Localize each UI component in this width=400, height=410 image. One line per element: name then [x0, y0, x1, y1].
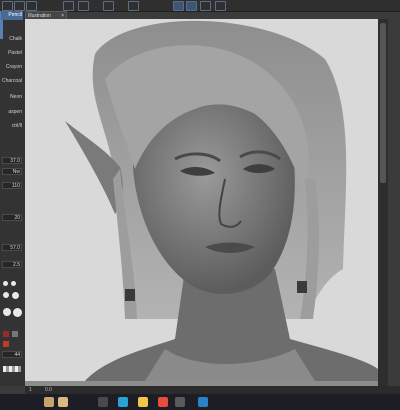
drawing-canvas[interactable] — [25, 19, 378, 381]
coords-readout: 0.0 — [45, 387, 52, 393]
layer-icon[interactable] — [26, 1, 37, 11]
app-icon[interactable] — [44, 397, 54, 407]
portrait-drawing — [65, 20, 378, 381]
status-bar: 1 0.0 — [25, 386, 400, 394]
hand-icon[interactable] — [128, 1, 139, 11]
scrollbar-thumb[interactable] — [380, 23, 386, 183]
property-field-3[interactable]: 20 — [2, 214, 22, 221]
arrow-icon[interactable] — [63, 1, 74, 11]
tab-illustration[interactable]: Illustration × — [25, 11, 67, 19]
tool-charcoal[interactable]: Charcoal — [1, 77, 23, 86]
color-swatch[interactable] — [3, 331, 9, 337]
brush-size-preset[interactable] — [11, 281, 16, 286]
color-swatch[interactable] — [3, 341, 9, 347]
tool-property-panel: Pencil Chalk Pastel Crayon Charcoal Neon… — [0, 11, 26, 386]
os-taskbar — [0, 394, 400, 410]
property-field-6[interactable]: 44 — [2, 351, 22, 358]
brush-size-preset[interactable] — [13, 308, 22, 317]
property-field-2[interactable]: 110 — [2, 182, 22, 189]
property-field-1[interactable]: Nw — [2, 168, 22, 175]
edge-icon[interactable] — [118, 397, 128, 407]
brush-size-preset[interactable] — [12, 292, 19, 299]
tool-pastel[interactable]: Pastel — [1, 49, 23, 58]
tool-crayon[interactable]: Crayon — [1, 63, 23, 72]
chrome-icon[interactable] — [158, 397, 168, 407]
move-icon[interactable] — [200, 1, 211, 11]
color-swatch[interactable] — [12, 331, 18, 337]
tool-chalk[interactable]: Chalk — [1, 35, 23, 44]
tool-neon[interactable]: Neon — [1, 93, 23, 102]
property-field-4[interactable]: 57.0 — [2, 244, 22, 251]
zoom-readout: 1 — [29, 387, 32, 393]
pen-icon[interactable] — [14, 1, 25, 11]
brush-size-field[interactable]: 37.0 — [2, 157, 22, 164]
zoom-icon[interactable] — [103, 1, 114, 11]
clip-studio-icon[interactable] — [175, 397, 185, 407]
transparency-swatch[interactable] — [3, 366, 21, 372]
brush-size-preset[interactable] — [3, 308, 11, 316]
eyedropper-icon[interactable] — [186, 1, 197, 11]
app-icon[interactable] — [58, 397, 68, 407]
tool-aspen[interactable]: aspen — [1, 108, 23, 117]
vertical-scrollbar[interactable] — [378, 19, 388, 386]
brush-size-preset[interactable] — [3, 281, 8, 286]
rotate-icon[interactable] — [173, 1, 184, 11]
canvas-area[interactable] — [25, 19, 388, 386]
skype-icon[interactable] — [198, 397, 208, 407]
property-field-5[interactable]: 2.5 — [2, 261, 22, 268]
brush-size-preset[interactable] — [3, 292, 9, 298]
folder-icon[interactable] — [138, 397, 148, 407]
star-icon[interactable] — [78, 1, 89, 11]
grid-icon[interactable] — [215, 1, 226, 11]
task-view-icon[interactable] — [98, 397, 108, 407]
menu-icon[interactable] — [2, 1, 13, 11]
tool-pencil[interactable]: Pencil — [1, 11, 23, 20]
tool-ctrl[interactable]: ctrl/ll — [1, 122, 23, 131]
